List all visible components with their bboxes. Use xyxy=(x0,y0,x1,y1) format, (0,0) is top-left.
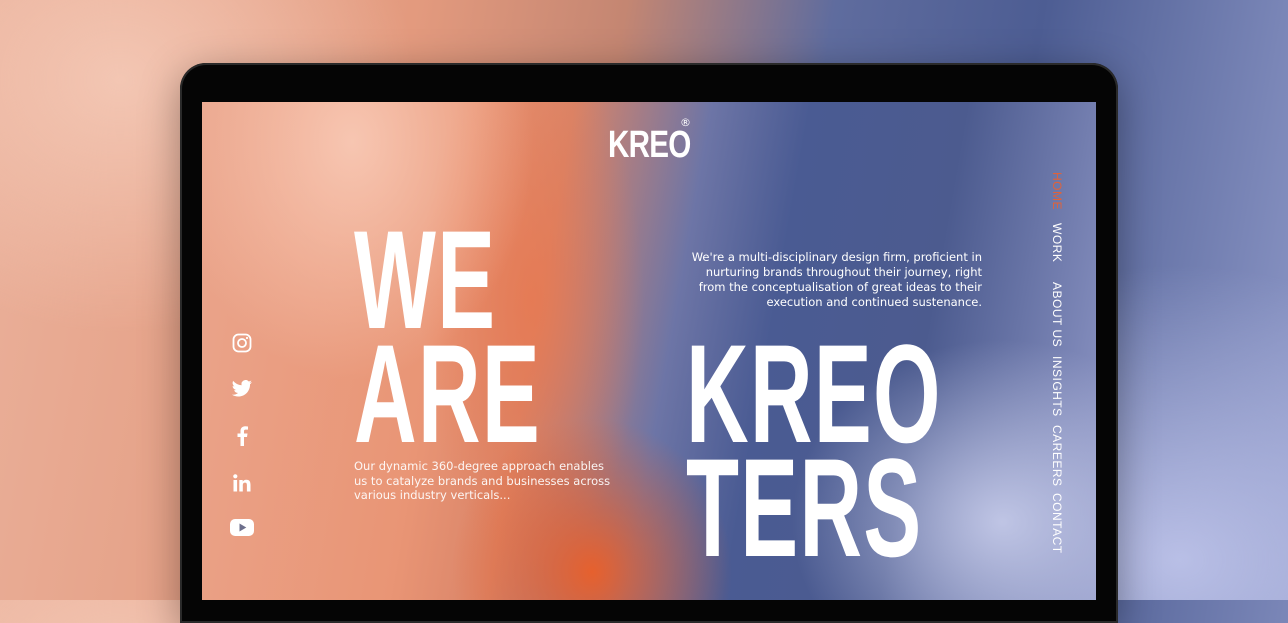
nav-contact-label: CONTACT xyxy=(1050,493,1064,554)
headline-ters: TERS xyxy=(686,429,923,586)
facebook-icon[interactable] xyxy=(230,424,254,448)
nav-insights-label: INSIGHTS xyxy=(1050,356,1064,417)
linkedin-icon[interactable] xyxy=(230,471,254,495)
youtube-icon[interactable] xyxy=(230,515,254,539)
nav-work-label: WORK xyxy=(1050,223,1064,263)
headline-are: ARE xyxy=(354,315,541,472)
instagram-icon[interactable] xyxy=(230,331,254,355)
brand-logo[interactable]: KREO xyxy=(608,124,691,167)
website-screen: KREO ® WE ARE KREO TERS We're a multi-di… xyxy=(202,102,1096,600)
registered-mark: ® xyxy=(680,116,691,129)
nav-home-label: HOME xyxy=(1050,172,1064,210)
intro-paragraph: We're a multi-disciplinary design firm, … xyxy=(691,250,982,309)
twitter-icon[interactable] xyxy=(230,377,254,401)
nav-careers-label: CAREERS xyxy=(1050,425,1064,487)
approach-paragraph: Our dynamic 360-degree approach enables … xyxy=(354,459,611,502)
nav-about-us-label: ABOUT US xyxy=(1050,282,1064,348)
